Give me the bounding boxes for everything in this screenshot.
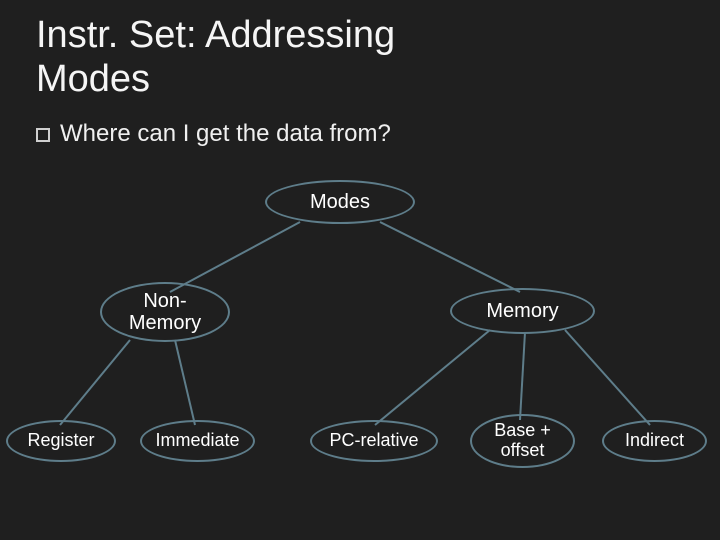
slide-title: Instr. Set: Addressing Modes: [36, 14, 395, 101]
title-line-2: Modes: [36, 58, 150, 100]
node-immediate: Immediate: [140, 420, 255, 462]
node-base-offset: Base + offset: [470, 414, 575, 468]
bullet-line: Where can I get the data from?: [36, 120, 391, 148]
node-indirect: Indirect: [602, 420, 707, 462]
node-memory: Memory: [450, 288, 595, 334]
node-register: Register: [6, 420, 116, 462]
node-non-memory-label: Non- Memory: [129, 290, 201, 334]
title-line-1: Instr. Set: Addressing: [36, 14, 395, 56]
node-memory-label: Memory: [486, 300, 558, 322]
node-immediate-label: Immediate: [155, 431, 239, 451]
node-modes-label: Modes: [310, 191, 370, 213]
node-register-label: Register: [27, 431, 94, 451]
node-indirect-label: Indirect: [625, 431, 684, 451]
node-pc-relative: PC-relative: [310, 420, 438, 462]
node-pc-relative-label: PC-relative: [329, 431, 418, 451]
node-base-offset-label: Base + offset: [494, 421, 551, 461]
node-modes: Modes: [265, 180, 415, 224]
square-bullet-icon: [36, 128, 50, 142]
bullet-text: Where can I get the data from?: [60, 120, 391, 147]
node-non-memory: Non- Memory: [100, 282, 230, 342]
